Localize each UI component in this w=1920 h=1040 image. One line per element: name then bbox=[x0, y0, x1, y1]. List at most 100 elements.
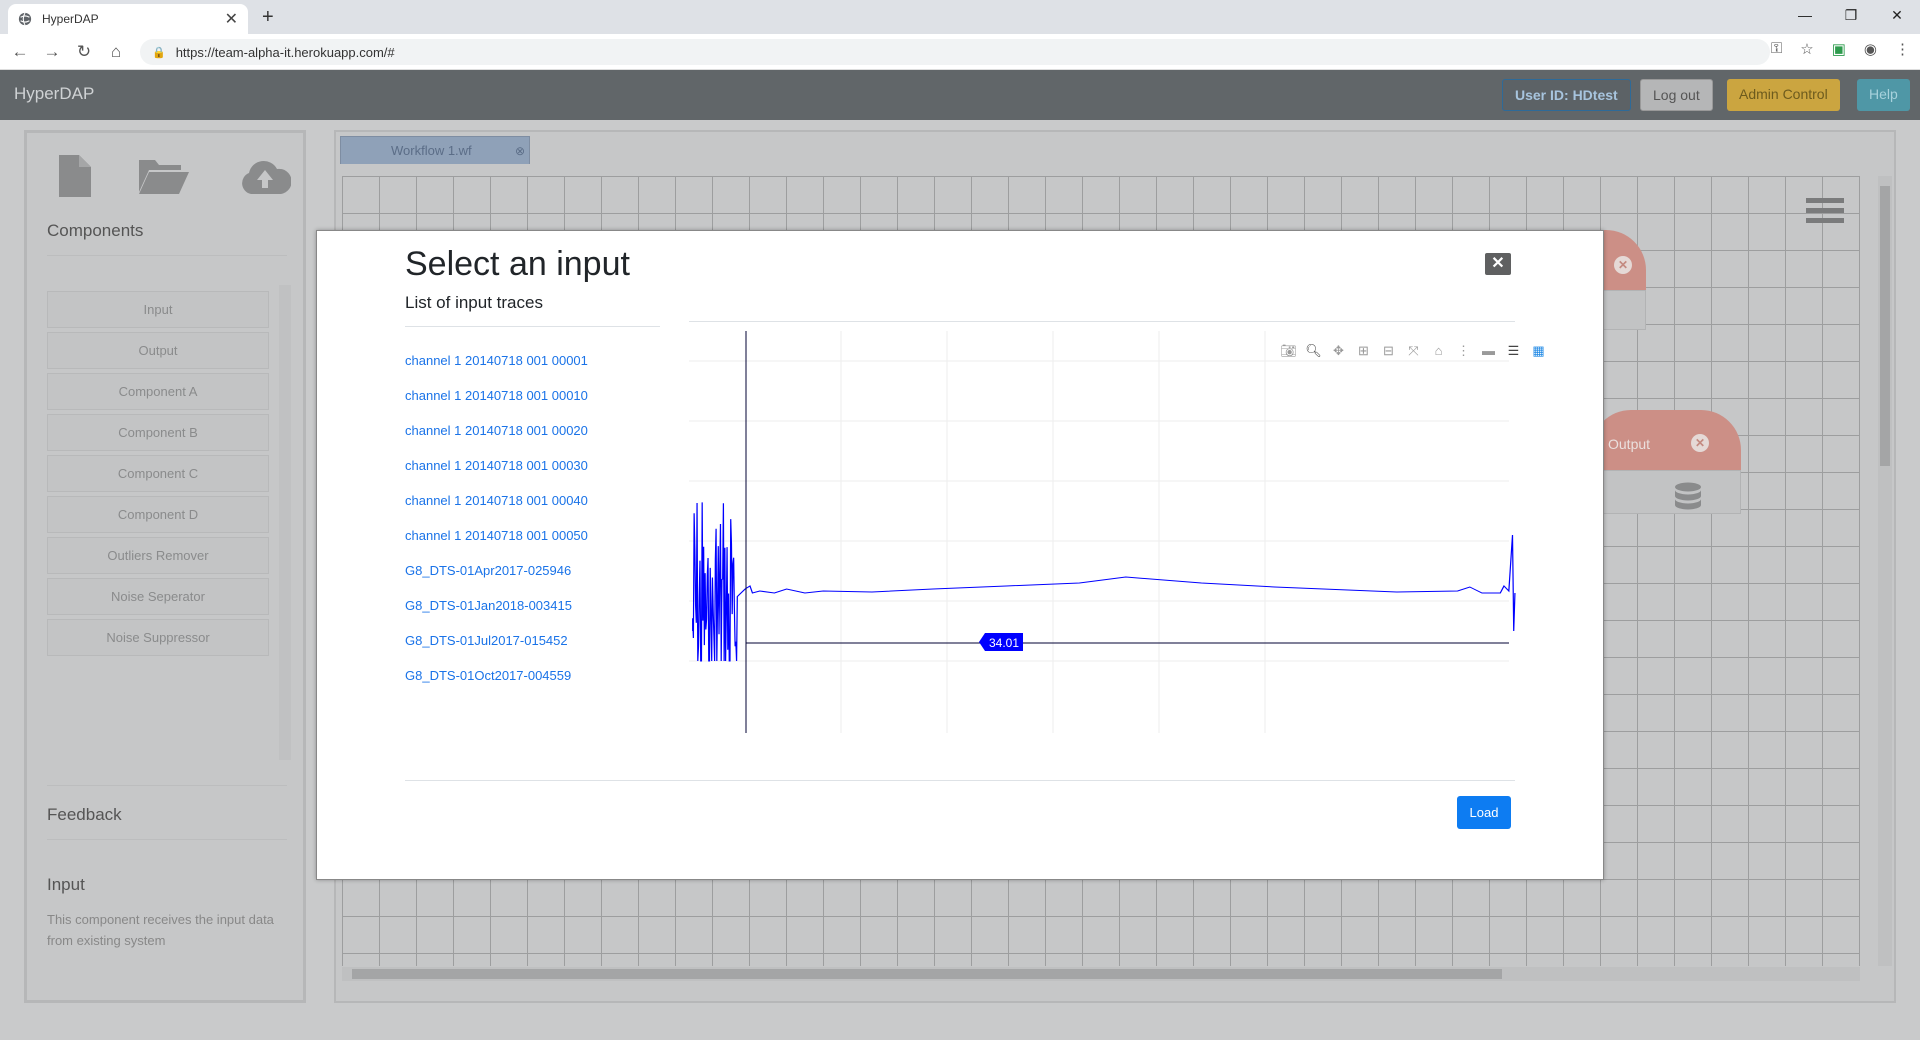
trace-link[interactable]: G8_DTS-01Jul2017-015452 bbox=[405, 633, 588, 668]
user-id-button[interactable]: User ID: HDtest bbox=[1502, 79, 1631, 111]
minimize-icon[interactable]: — bbox=[1782, 0, 1828, 30]
trace-link[interactable]: G8_DTS-01Jan2018-003415 bbox=[405, 598, 588, 633]
open-folder-icon[interactable] bbox=[139, 155, 189, 197]
plot-modebar: 📷︎ 🔍︎ ✥ ⊞ ⊟ ⤧ ⌂ ⋮ ▬ ☰ ▦ bbox=[1279, 341, 1548, 360]
reload-icon[interactable]: ↻ bbox=[72, 40, 96, 64]
key-icon[interactable]: ⚿ bbox=[1771, 40, 1782, 58]
canvas-horizontal-scrollbar[interactable] bbox=[342, 967, 1860, 981]
divider bbox=[405, 326, 660, 327]
selected-component-description: This component receives the input data f… bbox=[47, 912, 274, 948]
hover-label: 34.01 bbox=[979, 633, 1023, 651]
address-bar: ← → ↻ ⌂ 🔒 https://team-alpha-it.herokuap… bbox=[0, 34, 1920, 70]
component-item[interactable]: Outliers Remover bbox=[47, 537, 269, 574]
close-tab-icon[interactable]: ✕ bbox=[225, 9, 238, 29]
window-close-icon[interactable]: ✕ bbox=[1874, 0, 1920, 30]
upload-cloud-icon[interactable] bbox=[239, 155, 291, 197]
components-sidebar: Components Input Output Component A Compone… bbox=[24, 130, 306, 1003]
output-node-label: Output bbox=[1608, 436, 1651, 452]
url-field[interactable]: 🔒 https://team-alpha-it.herokuapp.com/# bbox=[140, 39, 1770, 65]
extension-icon[interactable]: ▣ bbox=[1832, 40, 1846, 58]
component-item[interactable]: Component D bbox=[47, 496, 269, 533]
divider bbox=[689, 321, 1515, 322]
back-icon[interactable]: ← bbox=[8, 40, 32, 64]
browser-tab[interactable]: HyperDAP ✕ bbox=[8, 4, 248, 34]
admin-control-button[interactable]: Admin Control bbox=[1727, 79, 1840, 111]
zoom-icon[interactable]: 🔍︎ bbox=[1304, 341, 1323, 360]
component-item[interactable]: Component C bbox=[47, 455, 269, 492]
feedback-heading: Feedback bbox=[47, 805, 122, 824]
component-item[interactable]: Output bbox=[47, 332, 269, 369]
window-controls: — ❐ ✕ bbox=[1782, 0, 1920, 30]
profile-icon[interactable]: ◉ bbox=[1864, 40, 1877, 58]
trace-link[interactable]: channel 1 20140718 001 00020 bbox=[405, 423, 588, 458]
scroll-thumb[interactable] bbox=[352, 969, 1502, 979]
help-button[interactable]: Help bbox=[1857, 79, 1910, 111]
lock-icon: 🔒 bbox=[152, 46, 166, 59]
extension-icons: ⚿ ☆ ▣ ◉ ⋮ bbox=[1771, 40, 1910, 58]
trace-plot[interactable]: 34.01 📷︎ 🔍︎ ✥ ⊞ ⊟ ⤧ ⌂ ⋮ ▬ ☰ ▦ bbox=[689, 331, 1545, 741]
spike-lines-icon[interactable]: ⋮ bbox=[1454, 341, 1473, 360]
star-icon[interactable]: ☆ bbox=[1800, 40, 1813, 58]
trace-list: channel 1 20140718 001 00001 channel 1 20… bbox=[405, 353, 588, 703]
component-item[interactable]: Noise Suppressor bbox=[47, 619, 269, 656]
browser-tabbar: HyperDAP ✕ + — ❐ ✕ bbox=[0, 0, 1920, 34]
modal-subtitle: List of input traces bbox=[405, 293, 543, 312]
component-list-scrollbar[interactable] bbox=[279, 285, 291, 760]
output-node-body[interactable] bbox=[1591, 470, 1741, 514]
load-button[interactable]: Load bbox=[1457, 796, 1511, 829]
component-item[interactable]: Component B bbox=[47, 414, 269, 451]
workflow-tab-label: Workflow 1.wf bbox=[391, 143, 472, 158]
modal-close-button[interactable]: ✕ bbox=[1485, 253, 1511, 275]
component-item[interactable]: Noise Seperator bbox=[47, 578, 269, 615]
scroll-thumb[interactable] bbox=[1880, 186, 1890, 466]
home-icon[interactable]: ⌂ bbox=[104, 40, 128, 64]
pan-icon[interactable]: ✥ bbox=[1329, 341, 1348, 360]
zoom-in-icon[interactable]: ⊞ bbox=[1354, 341, 1373, 360]
selected-component-title: Input bbox=[47, 875, 85, 894]
trace-link[interactable]: channel 1 20140718 001 00001 bbox=[405, 353, 588, 388]
tab-title: HyperDAP bbox=[42, 12, 99, 26]
node-close-icon[interactable]: ✕ bbox=[1614, 256, 1632, 274]
divider bbox=[405, 780, 1515, 781]
new-tab-icon[interactable]: + bbox=[262, 6, 274, 29]
hamburger-menu-icon[interactable] bbox=[1806, 198, 1844, 228]
logout-button[interactable]: Log out bbox=[1640, 79, 1713, 111]
new-file-icon[interactable] bbox=[54, 155, 96, 197]
canvas-vertical-scrollbar[interactable] bbox=[1878, 176, 1892, 966]
trace-link[interactable]: G8_DTS-01Oct2017-004559 bbox=[405, 668, 588, 703]
trace-link[interactable]: G8_DTS-01Apr2017-025946 bbox=[405, 563, 588, 598]
forward-icon[interactable]: → bbox=[40, 40, 64, 64]
trace-link[interactable]: channel 1 20140718 001 00030 bbox=[405, 458, 588, 493]
trace-link[interactable]: channel 1 20140718 001 00050 bbox=[405, 528, 588, 563]
reset-axes-icon[interactable]: ⌂ bbox=[1429, 341, 1448, 360]
hover-closest-icon[interactable]: ▬ bbox=[1479, 341, 1498, 360]
app-navbar: HyperDAP User ID: HDtest Log out Admin C… bbox=[0, 70, 1920, 120]
component-item[interactable]: Component A bbox=[47, 373, 269, 410]
menu-dots-icon[interactable]: ⋮ bbox=[1895, 40, 1910, 58]
divider bbox=[47, 839, 287, 840]
modal-title: Select an input bbox=[405, 245, 630, 283]
plot-svg[interactable]: 34.01 bbox=[689, 331, 1519, 741]
output-node-close-icon[interactable]: ✕ bbox=[1691, 434, 1709, 452]
components-heading: Components bbox=[47, 221, 144, 240]
globe-icon bbox=[18, 12, 32, 26]
autoscale-icon[interactable]: ⤧ bbox=[1404, 341, 1423, 360]
plotly-logo-icon[interactable]: ▦ bbox=[1529, 341, 1548, 360]
select-input-modal: Select an input List of input traces ✕ c… bbox=[316, 230, 1604, 880]
component-item[interactable]: Input bbox=[47, 291, 269, 328]
workflow-tab[interactable]: Workflow 1.wf ⊗ bbox=[340, 136, 530, 164]
close-workflow-tab-icon[interactable]: ⊗ bbox=[515, 137, 525, 165]
trace-link[interactable]: channel 1 20140718 001 00040 bbox=[405, 493, 588, 528]
hover-compare-icon[interactable]: ☰ bbox=[1504, 341, 1523, 360]
file-actions bbox=[49, 155, 291, 200]
zoom-out-icon[interactable]: ⊟ bbox=[1379, 341, 1398, 360]
divider bbox=[47, 255, 287, 256]
camera-icon[interactable]: 📷︎ bbox=[1279, 341, 1298, 360]
divider bbox=[47, 785, 287, 786]
brand-logo[interactable]: HyperDAP bbox=[14, 84, 94, 104]
hover-label-text: 34.01 bbox=[989, 636, 1019, 650]
url-text: https://team-alpha-it.herokuapp.com/# bbox=[175, 44, 395, 60]
component-list: Input Output Component A Component B Compone… bbox=[47, 291, 269, 660]
restore-icon[interactable]: ❐ bbox=[1828, 0, 1874, 30]
trace-link[interactable]: channel 1 20140718 001 00010 bbox=[405, 388, 588, 423]
